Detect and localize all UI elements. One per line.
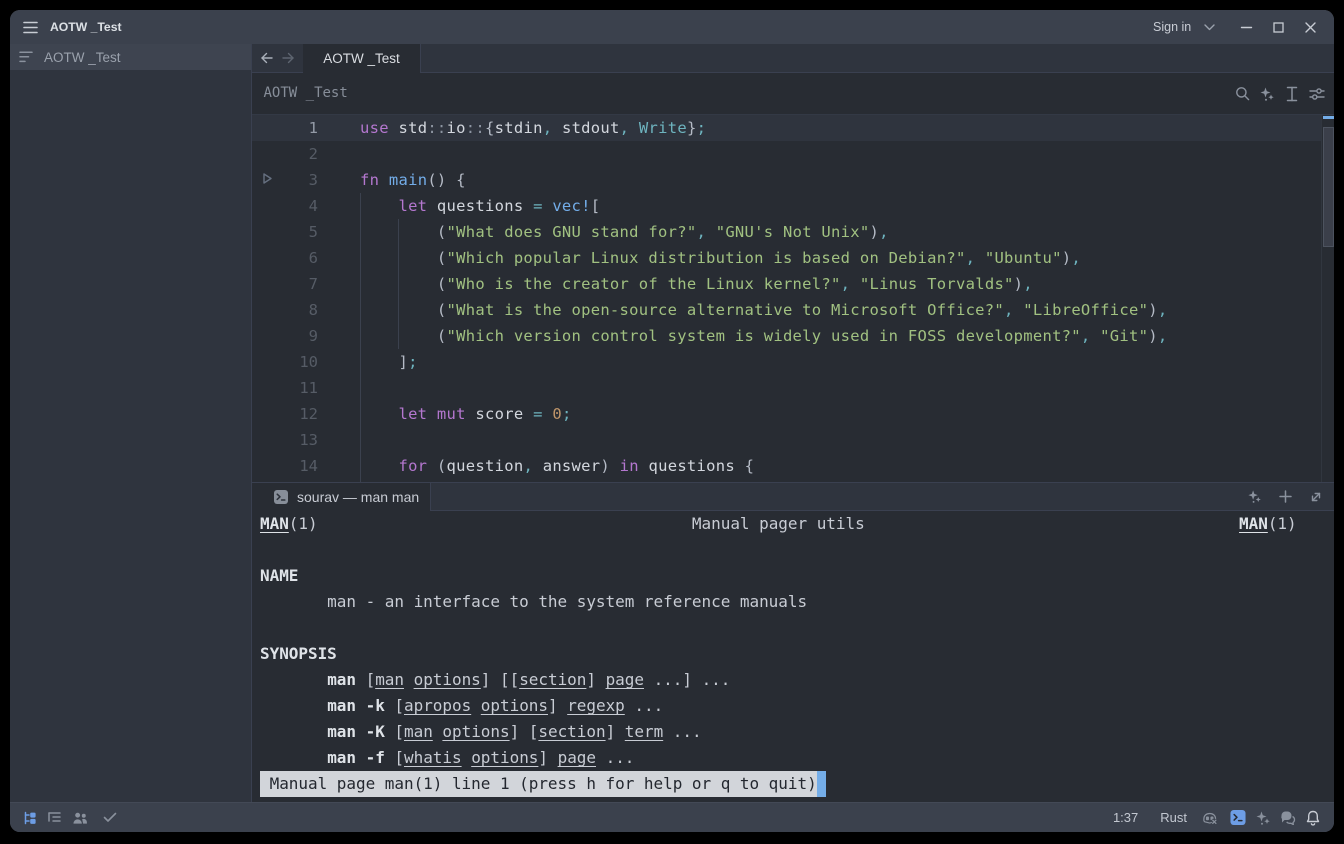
- expand-panel-icon[interactable]: [1308, 489, 1324, 505]
- terminal-row-10: man -f [whatis options] page ...: [260, 745, 634, 771]
- project-panel: AOTW _Test: [10, 44, 252, 802]
- code-line-14: for (question, answer) in questions {: [360, 453, 754, 479]
- code-line-1: use std::io::{stdin, stdout, Write};: [360, 115, 706, 141]
- sign-in-button[interactable]: Sign in: [1153, 10, 1191, 44]
- line-number: 8: [258, 297, 318, 323]
- line-number: 13: [258, 427, 318, 453]
- terminal-row-6: SYNOPSIS: [260, 641, 337, 667]
- copilot-disabled-icon[interactable]: [1202, 810, 1218, 826]
- language-selector[interactable]: Rust: [1160, 810, 1187, 825]
- new-terminal-plus-icon[interactable]: [1277, 489, 1293, 505]
- window-title: AOTW _Test: [50, 10, 122, 44]
- terminal-tab-label: sourav — man man: [297, 489, 419, 505]
- project-list-icon: [18, 49, 34, 65]
- notifications-bell-icon[interactable]: [1305, 810, 1321, 826]
- tab-label: AOTW _Test: [323, 51, 400, 66]
- code-line-5: ("What does GNU stand for?", "GNU's Not …: [360, 219, 889, 245]
- terminal-row-9: man -K [man options] [section] term ...: [260, 719, 702, 745]
- line-number: 7: [258, 271, 318, 297]
- line-number: 9: [258, 323, 318, 349]
- line-number: 14: [258, 453, 318, 479]
- terminal-tab-bar: sourav — man man: [252, 483, 1334, 511]
- ai-assistant-icon[interactable]: [1255, 810, 1271, 826]
- terminal-ai-sparkle-icon[interactable]: [1246, 489, 1262, 505]
- chevron-down-icon[interactable]: [1199, 17, 1219, 37]
- terminal-row-8: man -k [apropos options] regexp ...: [260, 693, 663, 719]
- line-number: 5: [258, 219, 318, 245]
- minimize-icon[interactable]: [1236, 17, 1256, 37]
- edit-prediction-icon[interactable]: [1284, 86, 1300, 102]
- editor-scrollbar[interactable]: [1321, 115, 1334, 482]
- terminal-panel-icon[interactable]: [1230, 810, 1246, 826]
- close-icon[interactable]: [1300, 17, 1320, 37]
- terminal-output[interactable]: MAN(1) Manual pager utils MAN(1) NAME man…: [252, 511, 1334, 802]
- line-number: 10: [258, 349, 318, 375]
- ai-sparkle-icon[interactable]: [1259, 86, 1275, 102]
- terminal-row-11: Manual page man(1) line 1 (press h for h…: [260, 771, 826, 797]
- line-number: 6: [258, 245, 318, 271]
- code-editor[interactable]: 1234567891011121314 use std::io::{stdin,…: [252, 115, 1334, 482]
- line-number: 1: [258, 115, 318, 141]
- zed-window: AOTW _Test Sign in: [10, 10, 1334, 832]
- code-line-9: ("Which version control system is widely…: [360, 323, 1167, 349]
- project-panel-icon[interactable]: [22, 810, 38, 826]
- run-button-icon[interactable]: [262, 172, 273, 190]
- back-arrow-icon[interactable]: [257, 48, 277, 68]
- status-bar: 1:37 Rust: [10, 802, 1334, 832]
- code-line-12: let mut score = 0;: [360, 401, 572, 427]
- scrollbar-cursor-mark: [1323, 116, 1334, 120]
- scrollbar-thumb[interactable]: [1323, 127, 1334, 247]
- title-bar: AOTW _Test Sign in: [10, 10, 1334, 44]
- editor-tab-bar: AOTW _Test: [252, 44, 1334, 73]
- editor-controls-icon[interactable]: [1309, 86, 1325, 102]
- search-icon[interactable]: [1234, 86, 1250, 102]
- line-number: 2: [258, 141, 318, 167]
- terminal-row-7: man [man options] [[section] page ...] .…: [260, 667, 730, 693]
- tab-aotw-test[interactable]: AOTW _Test: [303, 44, 421, 73]
- terminal-tab[interactable]: sourav — man man: [252, 483, 431, 511]
- code-line-10: ];: [360, 349, 418, 375]
- maximize-icon[interactable]: [1268, 17, 1288, 37]
- breadcrumb[interactable]: AOTW _Test: [264, 73, 348, 114]
- terminal-icon: [273, 489, 289, 505]
- hamburger-menu-icon[interactable]: [20, 17, 40, 37]
- code-line-4: let questions = vec![: [360, 193, 600, 219]
- editor-toolbar: AOTW _Test: [252, 73, 1334, 115]
- tab-nav-buttons: [252, 44, 304, 72]
- collab-panel-icon[interactable]: [72, 810, 88, 826]
- diagnostics-check-icon[interactable]: [102, 810, 118, 826]
- code-line-3: fn main() {: [360, 167, 466, 193]
- terminal-row-1: MAN(1) Manual pager utils MAN(1): [260, 511, 1297, 537]
- project-root-item[interactable]: AOTW _Test: [10, 44, 251, 70]
- line-number: 12: [258, 401, 318, 427]
- code-line-6: ("Which popular Linux distribution is ba…: [360, 245, 1081, 271]
- terminal-row-3: NAME: [260, 563, 298, 589]
- indent-guide: [360, 193, 361, 482]
- chat-panel-icon[interactable]: [1280, 810, 1296, 826]
- cursor-position[interactable]: 1:37: [1113, 810, 1138, 825]
- line-number: 11: [258, 375, 318, 401]
- indent-guide: [398, 219, 399, 349]
- terminal-row-4: man - an interface to the system referen…: [260, 589, 807, 615]
- forward-arrow-icon[interactable]: [278, 48, 298, 68]
- code-line-8: ("What is the open-source alternative to…: [360, 297, 1167, 323]
- project-root-label: AOTW _Test: [44, 50, 121, 65]
- line-number: 4: [258, 193, 318, 219]
- outline-panel-icon[interactable]: [47, 810, 63, 826]
- screen: AOTW _Test Sign in: [0, 0, 1344, 844]
- code-line-7: ("Who is the creator of the Linux kernel…: [360, 271, 1033, 297]
